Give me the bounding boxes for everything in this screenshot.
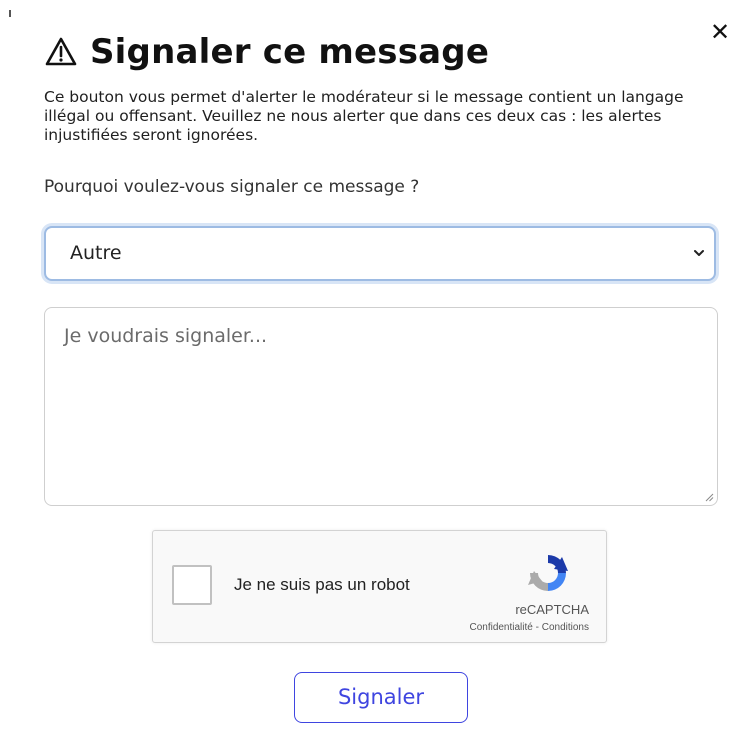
links-separator: - xyxy=(532,622,542,633)
report-message-textarea[interactable]: Je voudrais signaler... xyxy=(44,307,718,506)
recaptcha-label: Je ne suis pas un robot xyxy=(234,575,410,594)
submit-report-button[interactable]: Signaler xyxy=(294,672,468,723)
dialog-title: Signaler ce message xyxy=(90,32,490,72)
recaptcha-brand: reCAPTCHA xyxy=(515,602,589,617)
recaptcha-links: Confidentialité - Conditions xyxy=(469,622,589,633)
textarea-placeholder: Je voudrais signaler... xyxy=(64,325,268,347)
recaptcha-checkbox[interactable] xyxy=(172,565,212,605)
report-dialog: ✕ Signaler ce message Ce bouton vous per… xyxy=(0,0,751,740)
close-icon[interactable]: ✕ xyxy=(710,18,730,46)
privacy-link[interactable]: Confidentialité xyxy=(469,622,532,633)
terms-link[interactable]: Conditions xyxy=(542,622,589,633)
recaptcha-widget: Je ne suis pas un robot reCAPTCHA Confid… xyxy=(152,530,607,643)
reason-select[interactable]: Autre xyxy=(44,226,716,281)
reason-select-value: Autre xyxy=(70,242,122,264)
chevron-down-icon xyxy=(694,250,704,256)
corner-mark xyxy=(9,10,11,17)
resize-handle-icon[interactable] xyxy=(704,492,714,502)
recaptcha-logo-icon xyxy=(528,555,568,591)
reason-question: Pourquoi voulez-vous signaler ce message… xyxy=(44,177,420,197)
dialog-description: Ce bouton vous permet d'alerter le modér… xyxy=(44,88,684,144)
title-row: Signaler ce message xyxy=(44,30,489,74)
close-button[interactable]: ✕ xyxy=(706,18,734,46)
warning-triangle-icon xyxy=(45,37,77,66)
